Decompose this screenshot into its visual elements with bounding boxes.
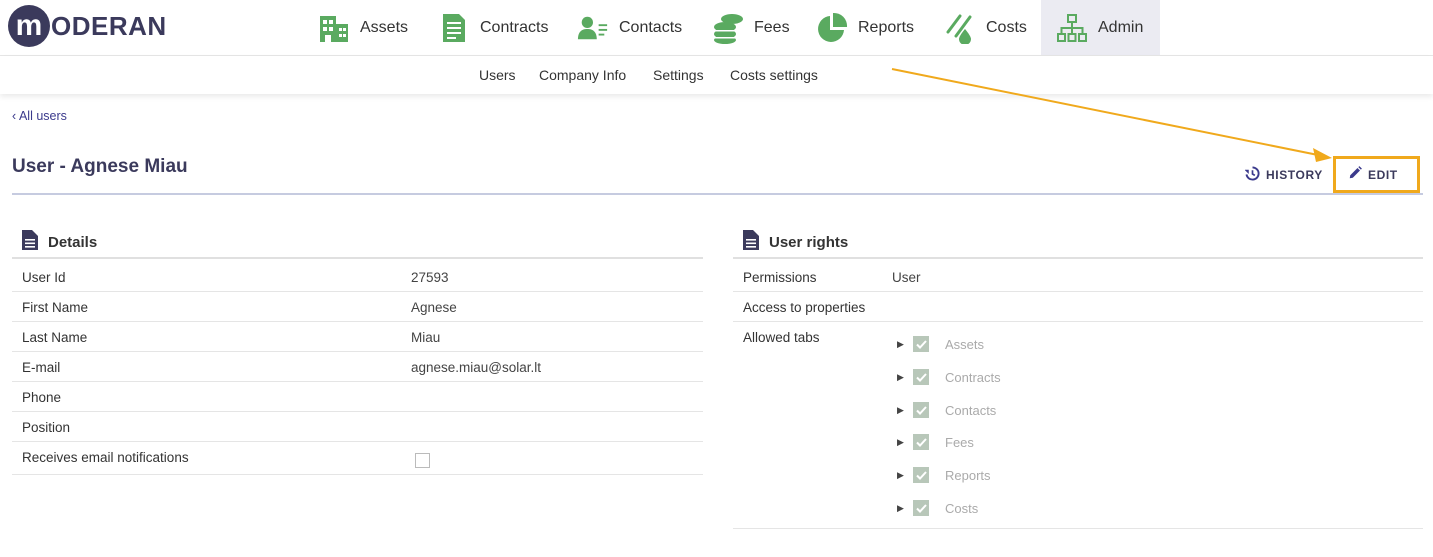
- tab-checkbox[interactable]: [913, 434, 929, 450]
- org-chart-icon: [1056, 12, 1088, 44]
- rights-row-permissions: Permissions User: [733, 262, 1423, 292]
- rights-label: Allowed tabs: [743, 330, 820, 345]
- nav-fees[interactable]: Fees: [712, 0, 790, 55]
- detail-value: Miau: [411, 330, 441, 345]
- tab-label: Assets: [945, 336, 985, 352]
- user-rights-title: User rights: [769, 233, 849, 251]
- detail-row-first-name: First Name Agnese: [12, 292, 703, 322]
- caret-right-icon[interactable]: ▶: [897, 437, 905, 448]
- pie-chart-icon: [816, 12, 848, 44]
- nav-contacts[interactable]: Contacts: [577, 0, 682, 55]
- nav-assets[interactable]: Assets: [318, 0, 408, 55]
- detail-row-user-id: User Id 27593: [12, 262, 703, 292]
- permissions-value: User: [892, 270, 921, 285]
- contact-card-icon: [577, 12, 609, 44]
- nav-contracts[interactable]: Contracts: [438, 0, 548, 55]
- nav-label: Assets: [360, 18, 409, 36]
- sub-navigation: Users Company Info Settings Costs settin…: [0, 56, 1433, 94]
- rights-header-rule: [733, 257, 1423, 259]
- nav-label: Admin: [1098, 18, 1144, 36]
- nav-reports[interactable]: Reports: [816, 0, 914, 55]
- top-navigation: m ODERAN Assets Contracts Contacts Fees …: [0, 0, 1433, 56]
- user-rights-header: User rights: [743, 230, 848, 254]
- rights-label: Permissions: [743, 270, 817, 285]
- allowed-tab-reports[interactable]: ▶ Reports: [897, 465, 991, 485]
- pencil-icon: [1348, 166, 1362, 183]
- detail-label: Phone: [22, 390, 62, 405]
- subnav-costs-settings[interactable]: Costs settings: [730, 67, 818, 83]
- detail-row-position: Position: [12, 412, 703, 442]
- nav-label: Contracts: [480, 18, 549, 36]
- history-icon: [1244, 166, 1260, 184]
- detail-value: 27593: [411, 270, 449, 285]
- caret-right-icon[interactable]: ▶: [897, 503, 905, 514]
- caret-right-icon[interactable]: ▶: [897, 372, 905, 383]
- nav-label: Contacts: [619, 18, 683, 36]
- detail-label: Receives email notifications: [22, 450, 189, 465]
- title-divider: [12, 193, 1423, 195]
- allowed-tab-contacts[interactable]: ▶ Contacts: [897, 400, 996, 420]
- logo-text: ODERAN: [51, 10, 167, 41]
- tab-label: Reports: [945, 467, 991, 483]
- details-header-rule: [12, 257, 703, 259]
- tab-checkbox[interactable]: [913, 467, 929, 483]
- nav-admin[interactable]: Admin: [1041, 0, 1160, 55]
- tab-label: Costs: [945, 500, 979, 516]
- detail-value: agnese.miau@solar.lt: [411, 360, 542, 375]
- detail-label: Position: [22, 420, 71, 435]
- page-title: User - Agnese Miau: [12, 156, 188, 177]
- document-icon: [438, 12, 470, 44]
- tab-label: Contracts: [945, 369, 1001, 385]
- subnav-settings[interactable]: Settings: [653, 67, 704, 83]
- detail-row-email: E-mail agnese.miau@solar.lt: [12, 352, 703, 382]
- tab-checkbox[interactable]: [913, 369, 929, 385]
- rights-label: Access to properties: [743, 300, 866, 315]
- nav-label: Fees: [754, 18, 790, 36]
- email-notifications-checkbox[interactable]: [415, 453, 430, 468]
- costs-icon: [944, 12, 976, 44]
- rights-row-allowed-tabs: Allowed tabs: [733, 322, 1423, 529]
- caret-right-icon[interactable]: ▶: [897, 405, 905, 416]
- history-button[interactable]: HISTORY: [1244, 166, 1323, 184]
- building-icon: [318, 12, 350, 44]
- back-to-users-link[interactable]: ‹ All users: [12, 109, 67, 123]
- detail-label: E-mail: [22, 360, 61, 375]
- nav-label: Reports: [858, 18, 915, 36]
- file-icon: [22, 230, 38, 254]
- back-link-label: All users: [18, 109, 67, 123]
- tab-label: Contacts: [945, 402, 997, 418]
- file-icon: [743, 230, 759, 254]
- caret-right-icon[interactable]: ▶: [897, 339, 905, 350]
- nav-costs[interactable]: Costs: [944, 0, 1027, 55]
- subnav-company-info[interactable]: Company Info: [539, 67, 626, 83]
- detail-row-phone: Phone: [12, 382, 703, 412]
- coins-icon: [712, 12, 744, 44]
- allowed-tab-fees[interactable]: ▶ Fees: [897, 432, 974, 452]
- tab-label: Fees: [945, 434, 974, 450]
- moderan-logo[interactable]: m ODERAN: [8, 5, 167, 47]
- subnav-users[interactable]: Users: [479, 67, 516, 83]
- allowed-tab-contracts[interactable]: ▶ Contracts: [897, 367, 1001, 387]
- allowed-tab-assets[interactable]: ▶ Assets: [897, 334, 984, 354]
- rights-row-access: Access to properties: [733, 292, 1423, 322]
- detail-label: First Name: [22, 300, 89, 315]
- nav-label: Costs: [986, 18, 1027, 36]
- allowed-tab-costs[interactable]: ▶ Costs: [897, 498, 978, 518]
- details-title: Details: [48, 233, 98, 251]
- edit-label: EDIT: [1368, 167, 1398, 182]
- chevron-left-icon: ‹: [12, 109, 19, 123]
- detail-label: User Id: [22, 270, 66, 285]
- history-label: HISTORY: [1266, 168, 1323, 182]
- detail-row-last-name: Last Name Miau: [12, 322, 703, 352]
- tab-checkbox[interactable]: [913, 500, 929, 516]
- tab-checkbox[interactable]: [913, 336, 929, 352]
- details-header: Details: [22, 230, 97, 254]
- caret-right-icon[interactable]: ▶: [897, 470, 905, 481]
- tab-checkbox[interactable]: [913, 402, 929, 418]
- detail-row-email-notifications: Receives email notifications: [12, 442, 703, 475]
- logo-mark: m: [8, 5, 50, 47]
- detail-label: Last Name: [22, 330, 88, 345]
- detail-value: Agnese: [411, 300, 457, 315]
- edit-button[interactable]: EDIT: [1348, 166, 1398, 183]
